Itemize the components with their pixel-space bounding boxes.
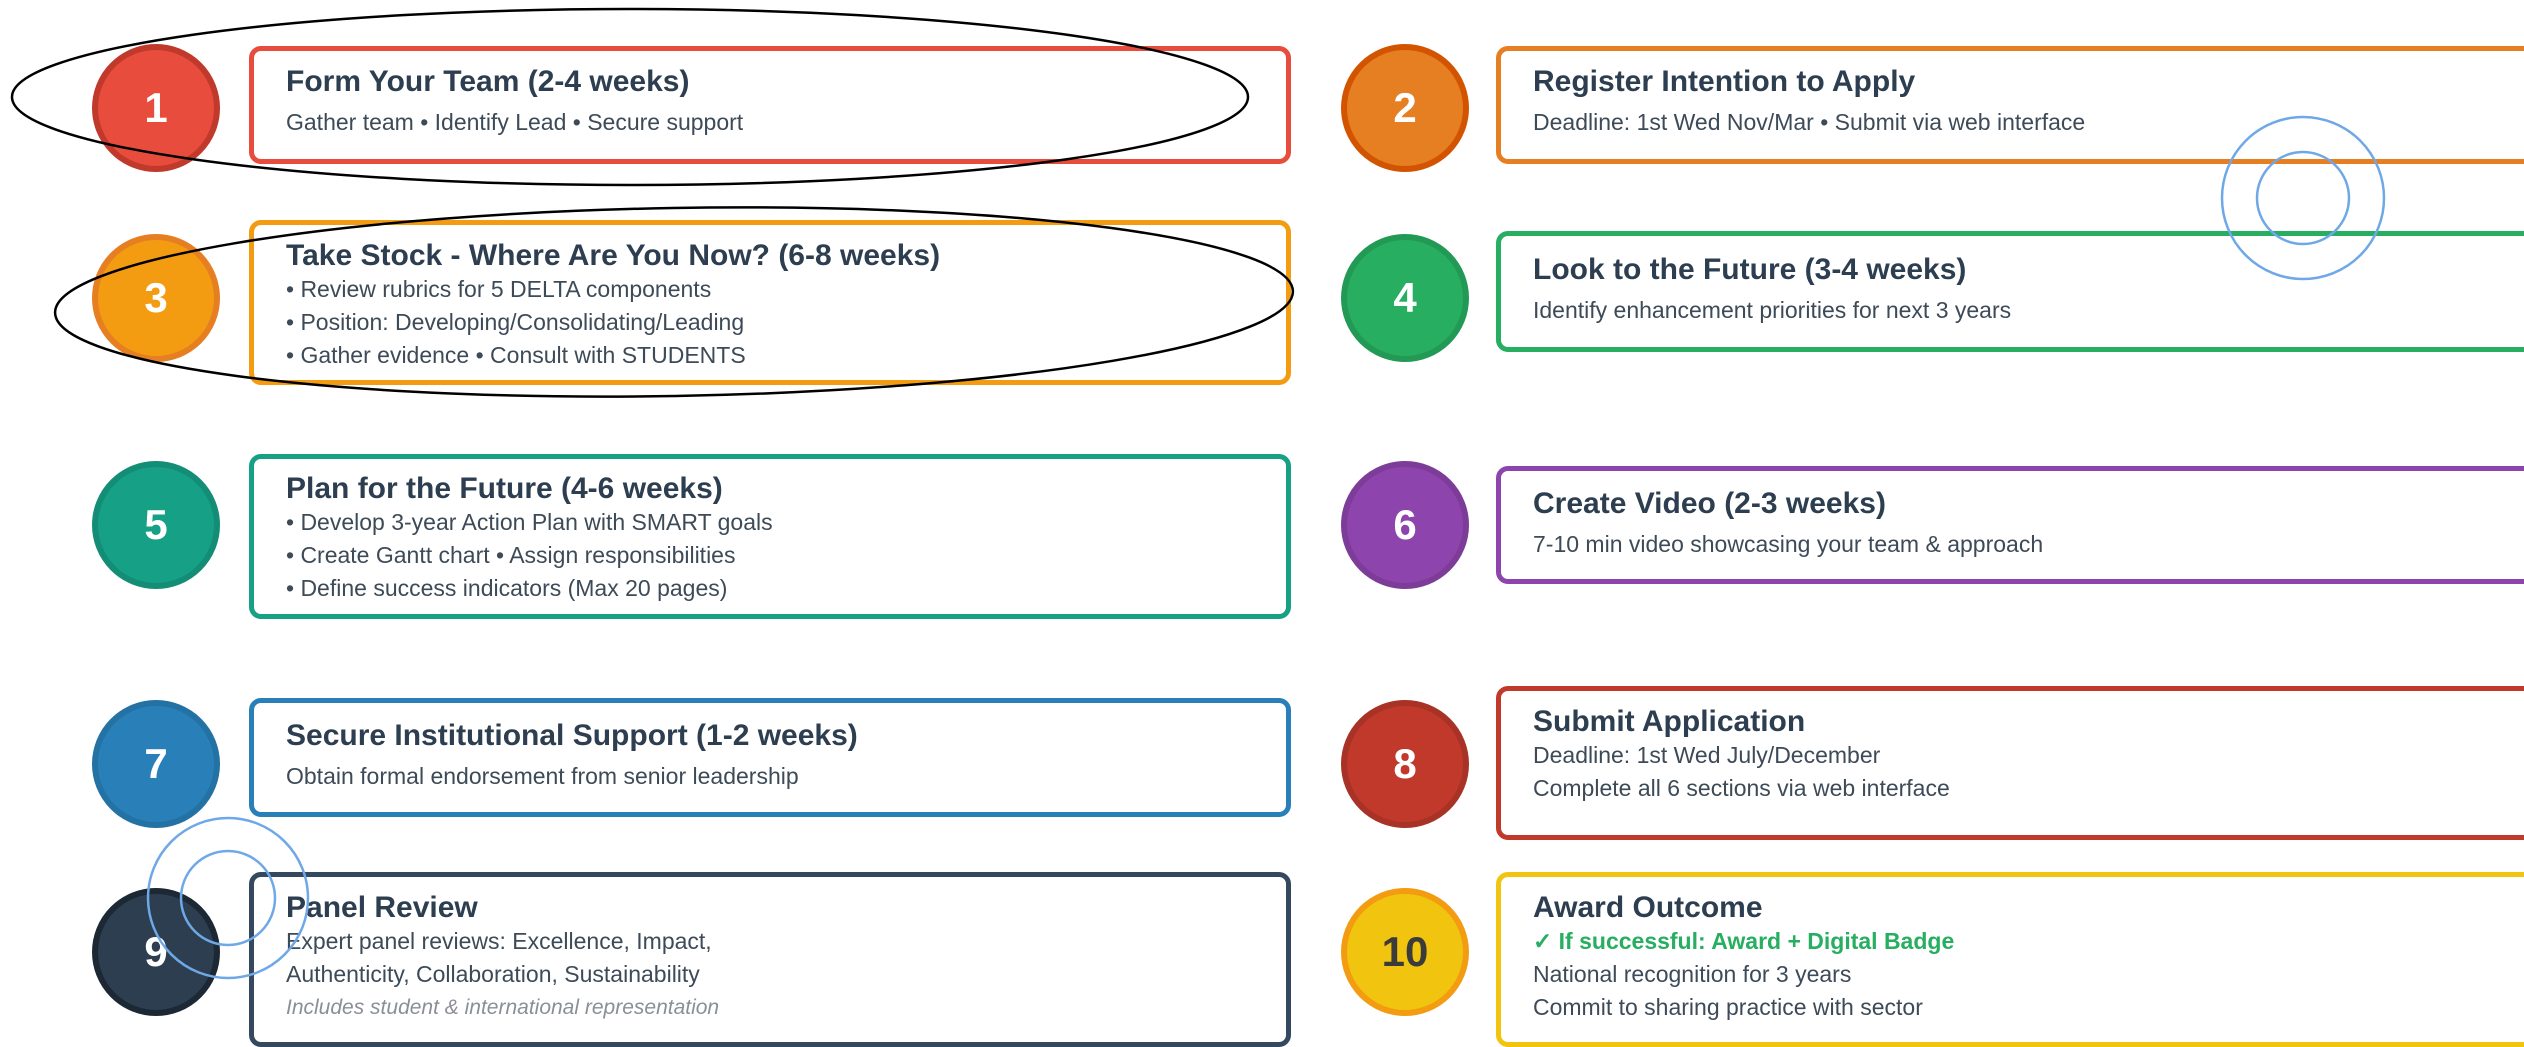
step-5-line-3: • Define success indicators (Max 20 page… xyxy=(286,575,728,601)
step-4-title: Look to the Future (3-4 weeks) xyxy=(1533,253,1967,286)
step-2-line-1: Deadline: 1st Wed Nov/Mar • Submit via w… xyxy=(1533,109,2086,135)
step-3-line-3: • Gather evidence • Consult with STUDENT… xyxy=(286,342,746,368)
step-9-line-2: Authenticity, Collaboration, Sustainabil… xyxy=(286,961,700,987)
step-1-title: Form Your Team (2-4 weeks) xyxy=(286,65,690,98)
step-1-line-1: Gather team • Identify Lead • Secure sup… xyxy=(286,109,744,135)
step-5-line-1: • Develop 3-year Action Plan with SMART … xyxy=(286,509,773,535)
step-3-line-2: • Position: Developing/Consolidating/Lea… xyxy=(286,309,745,335)
step-8-title: Submit Application xyxy=(1533,705,1806,738)
step-3-number-badge: 3 xyxy=(92,234,220,362)
step-2-number-badge: 2 xyxy=(1341,44,1469,172)
step-8-line-1: Deadline: 1st Wed July/December xyxy=(1533,742,1881,768)
step-3-title: Take Stock - Where Are You Now? (6-8 wee… xyxy=(286,239,941,272)
step-5-number-badge: 5 xyxy=(92,461,220,589)
step-10-title: Award Outcome xyxy=(1533,891,1763,924)
step-9-note: Includes student & international represe… xyxy=(286,996,720,1019)
step-1-number-badge: 1 xyxy=(92,44,220,172)
step-7-card: Secure Institutional Support (1-2 weeks)… xyxy=(249,698,1291,817)
step-6-line-1: 7-10 min video showcasing your team & ap… xyxy=(1533,531,2044,557)
step-9-card: Panel Review Expert panel reviews: Excel… xyxy=(249,872,1291,1047)
step-10-success-line: ✓ If successful: Award + Digital Badge xyxy=(1533,928,1955,954)
step-6-title: Create Video (2-3 weeks) xyxy=(1533,487,1886,520)
step-2-title: Register Intention to Apply xyxy=(1533,65,1916,98)
step-8-line-2: Complete all 6 sections via web interfac… xyxy=(1533,775,1950,801)
step-7-number-badge: 7 xyxy=(92,700,220,828)
step-10-line-2: Commit to sharing practice with sector xyxy=(1533,994,1923,1020)
step-5-card: Plan for the Future (4-6 weeks) • Develo… xyxy=(249,454,1291,619)
step-7-line-1: Obtain formal endorsement from senior le… xyxy=(286,763,799,789)
step-9-line-1: Expert panel reviews: Excellence, Impact… xyxy=(286,928,712,954)
step-3-card: Take Stock - Where Are You Now? (6-8 wee… xyxy=(249,220,1291,385)
step-10-number-badge: 10 xyxy=(1341,888,1469,1016)
step-2-card: Register Intention to Apply Deadline: 1s… xyxy=(1496,46,2524,164)
step-6-card: Create Video (2-3 weeks) 7-10 min video … xyxy=(1496,466,2524,584)
step-10-card: Award Outcome ✓ If successful: Award + D… xyxy=(1496,872,2524,1047)
step-5-title: Plan for the Future (4-6 weeks) xyxy=(286,472,723,505)
step-8-number-badge: 8 xyxy=(1341,700,1469,828)
step-4-line-1: Identify enhancement priorities for next… xyxy=(1533,297,2012,323)
step-9-number-badge: 9 xyxy=(92,888,220,1016)
step-9-title: Panel Review xyxy=(286,891,478,924)
step-7-title: Secure Institutional Support (1-2 weeks) xyxy=(286,719,858,752)
step-4-card: Look to the Future (3-4 weeks) Identify … xyxy=(1496,231,2524,352)
step-3-line-1: • Review rubrics for 5 DELTA components xyxy=(286,276,712,302)
step-4-number-badge: 4 xyxy=(1341,234,1469,362)
step-6-number-badge: 6 xyxy=(1341,461,1469,589)
step-5-line-2: • Create Gantt chart • Assign responsibi… xyxy=(286,542,736,568)
step-1-card: Form Your Team (2-4 weeks) Gather team •… xyxy=(249,46,1291,164)
step-8-card: Submit Application Deadline: 1st Wed Jul… xyxy=(1496,686,2524,840)
step-10-line-1: National recognition for 3 years xyxy=(1533,961,1852,987)
